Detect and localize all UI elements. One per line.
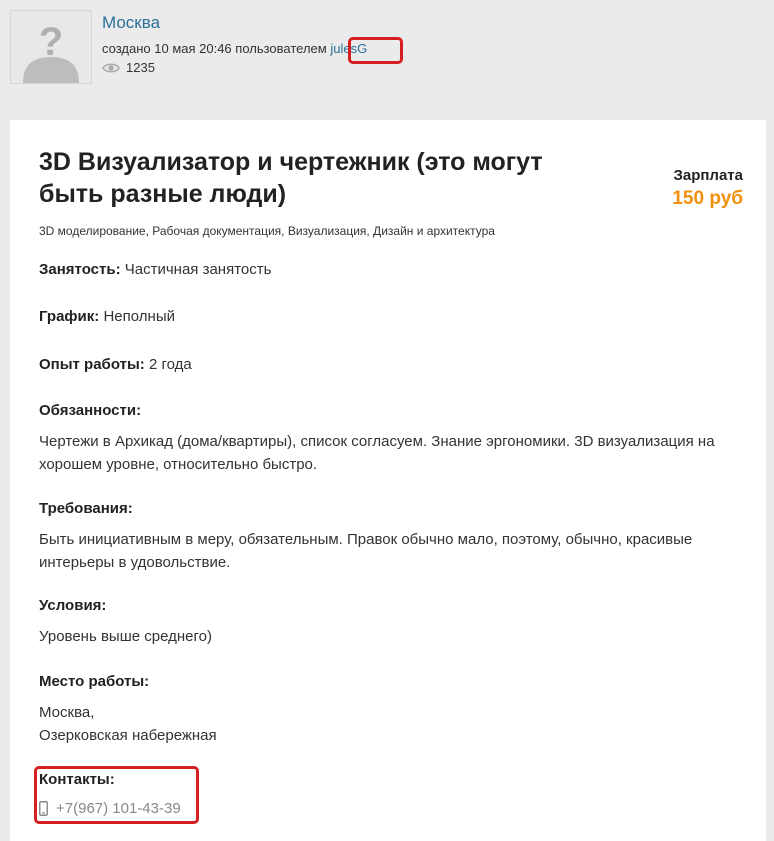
requirements-label: Требования:	[39, 500, 133, 517]
phone-number[interactable]: +7(967) 101-43-39	[56, 797, 181, 820]
job-tags: 3D моделирование, Рабочая документация, …	[39, 224, 495, 238]
experience-field: Опыт работы: 2 года	[39, 353, 749, 376]
duties-section: Обязанности: Чертежи в Архикад (дома/ква…	[39, 399, 749, 476]
workplace-label: Место работы:	[39, 673, 150, 690]
workplace-city: Москва,	[39, 704, 95, 721]
created-info: создано 10 мая 20:46 пользователем jules…	[102, 41, 367, 56]
conditions-section: Условия: Уровень выше среднего)	[39, 594, 749, 648]
job-card: 3D Визуализатор и чертежник (это могут б…	[10, 120, 766, 841]
phone-row[interactable]: +7(967) 101-43-39	[39, 797, 749, 820]
schedule-label: График:	[39, 308, 100, 325]
salary-label: Зарплата	[673, 167, 743, 184]
conditions-text: Уровень выше среднего)	[39, 628, 212, 645]
job-title: 3D Визуализатор и чертежник (это могут б…	[39, 148, 543, 208]
avatar-placeholder-icon: ?	[11, 11, 91, 83]
duties-text: Чертежи в Архикад (дома/квартиры), списо…	[39, 433, 715, 473]
avatar[interactable]: ?	[10, 10, 92, 84]
eye-icon	[102, 63, 120, 72]
requirements-section: Требования: Быть инициативным в меру, об…	[39, 497, 749, 574]
employment-field: Занятость: Частичная занятость	[39, 258, 749, 281]
phone-icon	[39, 801, 48, 816]
schedule-field: График: Неполный	[39, 305, 749, 328]
svg-text:?: ?	[39, 20, 63, 64]
city-link[interactable]: Москва	[102, 13, 160, 33]
views-counter: 1235	[102, 60, 155, 75]
experience-label: Опыт работы:	[39, 356, 145, 373]
experience-value: 2 года	[148, 356, 192, 373]
header: ? Москва создано 10 мая 20:46 пользовате…	[0, 0, 774, 100]
contacts-section: Контакты: +7(967) 101-43-39	[39, 768, 749, 820]
workplace-address: Озерковская набережная	[39, 727, 217, 744]
employment-label: Занятость:	[39, 261, 121, 278]
conditions-label: Условия:	[39, 597, 107, 614]
username-highlight-box	[348, 37, 403, 64]
created-text: создано 10 мая 20:46 пользователем	[102, 41, 331, 56]
employment-value: Частичная занятость	[124, 261, 272, 278]
schedule-value: Неполный	[103, 308, 175, 325]
workplace-section: Место работы: Москва, Озерковская набере…	[39, 670, 749, 747]
contacts-label: Контакты:	[39, 771, 115, 788]
requirements-text: Быть инициативным в меру, обязательным. …	[39, 531, 693, 571]
duties-label: Обязанности:	[39, 402, 142, 419]
salary-value: 150 руб	[672, 188, 743, 209]
views-count: 1235	[126, 60, 155, 75]
